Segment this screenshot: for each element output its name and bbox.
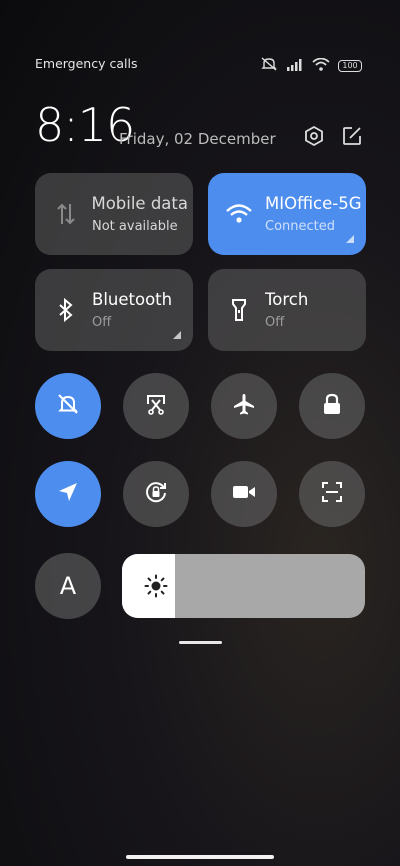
mobile-data-tile[interactable]: Mobile data Not available [35, 173, 193, 255]
silent-mode-toggle[interactable] [35, 373, 101, 439]
bluetooth-label: Bluetooth [92, 290, 173, 309]
date: Friday, 02 December [119, 130, 276, 148]
reading-mode-label: A [59, 572, 77, 600]
scanner-icon [320, 480, 344, 508]
mobile-data-status: Not available [92, 219, 178, 234]
airplane-mode-toggle[interactable] [211, 373, 277, 439]
silent-bell-icon [56, 392, 80, 420]
wifi-network-label: MIOffice-5G [265, 194, 361, 213]
sun-icon [144, 574, 168, 598]
home-indicator[interactable] [126, 855, 274, 859]
wifi-status: Connected [265, 219, 336, 234]
screen-recorder-toggle[interactable] [211, 461, 277, 527]
status-bar: Emergency calls only 100 [35, 56, 362, 72]
wifi-tile[interactable]: MIOffice-5G Connected [208, 173, 366, 255]
screenshot-toggle[interactable] [123, 373, 189, 439]
mobile-data-label: Mobile data [92, 194, 188, 213]
expand-corner-icon[interactable] [173, 331, 181, 339]
location-toggle[interactable] [35, 461, 101, 527]
status-icons: 100 [260, 56, 362, 75]
airplane-icon [232, 392, 256, 420]
torch-icon [226, 297, 252, 323]
lock-screen-toggle[interactable] [299, 373, 365, 439]
torch-tile[interactable]: Torch Off [208, 269, 366, 351]
bluetooth-tile[interactable]: Bluetooth Off [35, 269, 193, 351]
reading-mode-toggle[interactable]: A [35, 553, 101, 619]
torch-label: Torch [265, 290, 309, 309]
location-icon [57, 481, 79, 507]
edit-icon[interactable] [340, 124, 364, 148]
torch-status: Off [265, 315, 285, 330]
scanner-toggle[interactable] [299, 461, 365, 527]
rotation-lock-toggle[interactable] [123, 461, 189, 527]
mute-notification-icon [260, 56, 278, 75]
wifi-icon [226, 201, 252, 227]
video-camera-icon [231, 482, 257, 506]
battery-icon: 100 [338, 59, 362, 72]
carrier-text: Emergency calls only [35, 56, 137, 71]
panel-drag-handle[interactable] [179, 641, 222, 644]
settings-icon[interactable] [302, 124, 326, 148]
wifi-status-icon [312, 56, 330, 75]
expand-corner-icon[interactable] [346, 235, 354, 243]
screenshot-icon [144, 392, 168, 420]
bluetooth-icon [53, 297, 79, 323]
lock-icon [321, 392, 343, 420]
mobile-data-icon [53, 201, 79, 227]
rotation-lock-icon [143, 479, 169, 509]
brightness-slider[interactable] [122, 554, 365, 618]
signal-icon [286, 56, 304, 75]
bluetooth-status: Off [92, 315, 112, 330]
